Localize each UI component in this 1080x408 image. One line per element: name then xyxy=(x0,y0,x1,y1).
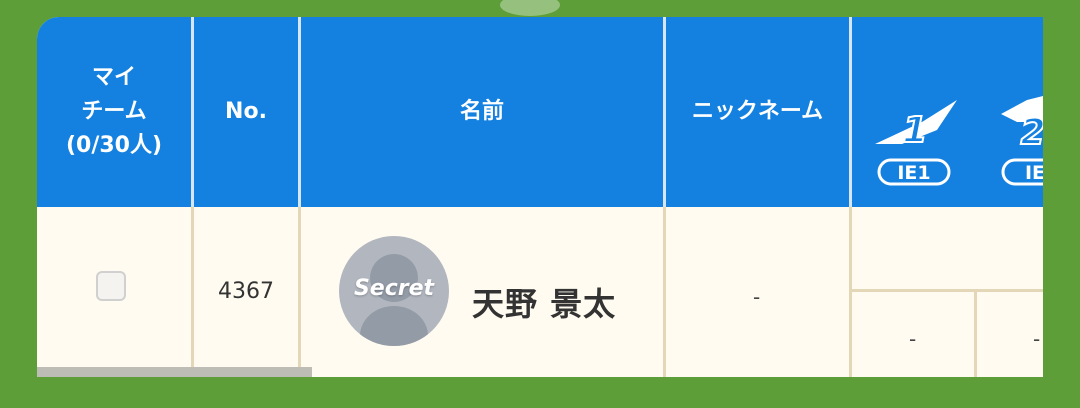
ie2-number: 2 xyxy=(1020,112,1043,153)
player-number: 4367 xyxy=(218,279,274,304)
background-blob xyxy=(500,0,560,16)
header-no-label: No. xyxy=(225,98,267,124)
ie1-label: IE1 xyxy=(897,162,930,184)
header-myteam-line1: マイ xyxy=(91,64,136,90)
column-divider xyxy=(663,207,666,377)
header-name-label: 名前 xyxy=(459,98,504,124)
avatar[interactable]: Secret xyxy=(339,236,449,346)
column-divider xyxy=(974,289,977,377)
header-myteam-count: (0/30人) xyxy=(65,133,163,159)
header-name[interactable]: 名前 xyxy=(301,17,666,207)
column-divider xyxy=(849,207,852,377)
header-no[interactable]: No. xyxy=(194,17,301,207)
player-name: 天野 景太 xyxy=(472,285,617,323)
header-nickname[interactable]: ニックネーム xyxy=(666,17,852,207)
horizontal-scrollbar[interactable] xyxy=(37,367,312,377)
ie2-logo-icon[interactable]: 2 IE xyxy=(997,92,1043,192)
row-divider xyxy=(849,289,1043,292)
table-header: マイ チーム (0/30人) No. 名前 ニックネーム 1 IE1 2 IE xyxy=(37,17,1043,207)
avatar-secret-label: Secret xyxy=(353,276,435,301)
stat-ie2: - xyxy=(1033,327,1041,351)
player-table: マイ チーム (0/30人) No. 名前 ニックネーム 1 IE1 2 IE xyxy=(37,17,1043,377)
ie1-logo-icon[interactable]: 1 IE1 xyxy=(867,92,962,192)
stat-ie1: - xyxy=(909,327,917,351)
player-nickname: - xyxy=(753,285,761,309)
header-myteam-line2: チーム xyxy=(81,98,147,124)
column-divider xyxy=(298,207,301,377)
ie2-label: IE xyxy=(1025,162,1043,184)
header-nickname-label: ニックネーム xyxy=(691,98,824,124)
header-myteam: マイ チーム (0/30人) xyxy=(37,17,194,207)
myteam-checkbox[interactable] xyxy=(96,271,126,301)
ie1-number: 1 xyxy=(902,110,927,151)
